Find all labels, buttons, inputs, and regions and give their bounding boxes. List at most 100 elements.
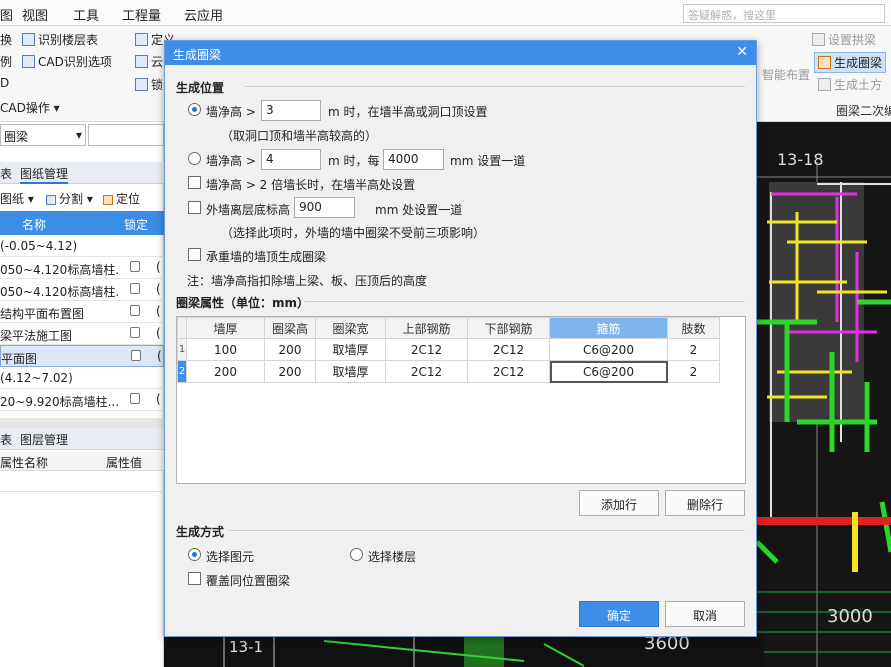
divider: [245, 86, 745, 87]
locate-button[interactable]: 定位: [103, 190, 140, 207]
menu-item-quantity[interactable]: 工程量: [122, 5, 161, 24]
opt5-checkbox[interactable]: [188, 248, 201, 261]
menu-item-0[interactable]: 图: [0, 5, 13, 24]
type-selector[interactable]: 圈梁 ▾: [0, 124, 86, 146]
set-arch-beam-button[interactable]: 设置拱梁: [812, 31, 876, 48]
opt2-height-input[interactable]: 4: [261, 149, 321, 170]
cad-operations-menu[interactable]: CAD操作 ▾: [0, 99, 60, 116]
tab-drawing-management[interactable]: 图纸管理: [20, 165, 69, 184]
cell-bottom-rebar[interactable]: 2C12: [467, 338, 550, 361]
row-index[interactable]: 2: [177, 360, 187, 383]
search-input[interactable]: 答疑解惑，搜这里: [683, 4, 885, 23]
col-legs: 肢数: [667, 317, 720, 339]
opt4-note: （选择此项时，外墙的墙中圈梁不受前三项影响）: [221, 226, 486, 240]
table-row[interactable]: 2 200 200 取墙厚 2C12 2C12 C6@200 2: [177, 360, 720, 383]
cell-beam-height[interactable]: 200: [264, 360, 316, 383]
list-item[interactable]: 050~4.120标高墙柱... (: [0, 257, 164, 279]
cell-wall-thickness[interactable]: 100: [186, 338, 265, 361]
ribbon-item-1[interactable]: 例: [0, 53, 12, 70]
opt2-radio[interactable]: [188, 152, 201, 165]
ribbon-item-0[interactable]: 换: [0, 31, 12, 48]
close-icon[interactable]: ✕: [736, 44, 748, 60]
h-scrollbar[interactable]: [0, 418, 164, 428]
lock-icon[interactable]: [130, 261, 140, 272]
cloud-button[interactable]: 云: [135, 53, 163, 70]
ribbon-item-2[interactable]: D: [0, 76, 9, 90]
add-row-button[interactable]: 添加行: [579, 490, 659, 516]
tab-table[interactable]: 表: [0, 165, 12, 182]
cell-beam-height[interactable]: 200: [264, 338, 316, 361]
row-index[interactable]: 1: [177, 338, 187, 361]
cell-top-rebar[interactable]: 2C12: [385, 360, 468, 383]
cad-identify-options-label: CAD识别选项: [38, 55, 112, 69]
cad-canvas[interactable]: 13-18 3000: [757, 122, 891, 667]
lock-icon[interactable]: [130, 305, 140, 316]
lock-icon[interactable]: [130, 393, 140, 404]
cad-canvas-bottom[interactable]: 13-1 3600: [164, 636, 764, 667]
lock-icon[interactable]: [130, 327, 140, 338]
list-item[interactable]: (-0.05~4.12): [0, 235, 164, 257]
opt4-elevation-input[interactable]: 900: [294, 197, 355, 218]
type-selector-value: 圈梁: [4, 130, 29, 144]
list-item[interactable]: 梁平法施工图 (: [0, 323, 164, 345]
table-row[interactable]: 1 100 200 取墙厚 2C12 2C12 C6@200 2: [177, 338, 720, 361]
chevron-down-icon: ▾: [75, 128, 82, 142]
tab-layer-management[interactable]: 图层管理: [20, 431, 68, 448]
menu-item-tools[interactable]: 工具: [73, 5, 99, 24]
floor-table-icon: [22, 33, 35, 46]
list-item[interactable]: 平面图 (: [0, 345, 164, 367]
gen-ring-beam-button[interactable]: 生成圈梁: [814, 52, 887, 73]
secondary-selector[interactable]: [88, 124, 164, 146]
menu-item-view[interactable]: 视图: [22, 5, 48, 24]
identify-floor-table-label: 识别楼层表: [38, 33, 99, 47]
ok-button[interactable]: 确定: [579, 601, 659, 627]
opt2-spacing-input[interactable]: 4000: [383, 149, 444, 170]
list-item[interactable]: 20~9.920标高墙柱... (: [0, 389, 164, 411]
lock-button[interactable]: 锁: [135, 76, 163, 93]
opt3-checkbox[interactable]: [188, 176, 201, 189]
opt1-radio[interactable]: [188, 103, 201, 116]
lock-label: 锁: [151, 78, 164, 92]
drawing-grid-header: 名称 锁定: [0, 211, 164, 235]
lock-icon: [135, 78, 148, 91]
opt4-checkbox[interactable]: [188, 201, 201, 214]
drawing-menu-button[interactable]: 图纸 ▾: [0, 190, 34, 207]
split-button[interactable]: 分割 ▾: [46, 190, 93, 207]
delete-row-button[interactable]: 删除行: [665, 490, 745, 516]
lock-icon[interactable]: [130, 283, 140, 294]
menu-bar: 图 视图 工具 工程量 云应用 答疑解惑，搜这里: [0, 0, 891, 26]
dialog-title-bar: 生成圈梁 ✕: [165, 41, 756, 65]
menu-item-cloud[interactable]: 云应用: [184, 5, 223, 24]
cell-wall-thickness[interactable]: 200: [186, 360, 265, 383]
cell-beam-width[interactable]: 取墙厚: [315, 360, 386, 383]
tab-table-2[interactable]: 表: [0, 431, 12, 448]
list-item[interactable]: 050~4.120标高墙柱... (: [0, 279, 164, 301]
cell-stirrup[interactable]: C6@200: [549, 338, 668, 361]
cancel-button[interactable]: 取消: [665, 601, 745, 627]
method-select-floor-radio[interactable]: [350, 548, 363, 561]
list-item-name: 050~4.120标高墙柱...: [0, 285, 118, 299]
height-note: 注：墙净高指扣除墙上梁、板、压顶后的高度: [187, 274, 428, 288]
col-bottom-rebar: 下部钢筋: [467, 317, 550, 339]
cell-stirrup[interactable]: C6@200: [549, 360, 668, 383]
cad-identify-options-button[interactable]: CAD识别选项: [22, 53, 112, 70]
gen-earthwork-button[interactable]: 生成土方: [818, 76, 882, 93]
list-item[interactable]: (4.12~7.02): [0, 367, 164, 389]
section-method-title: 生成方式: [176, 525, 225, 539]
gen-earthwork-label: 生成土方: [834, 78, 883, 92]
list-item-name: 050~4.120标高墙柱...: [0, 263, 118, 277]
smart-layout-button[interactable]: 智能布置: [762, 66, 810, 83]
list-item[interactable]: 结构平面布置图 (: [0, 301, 164, 323]
cell-legs[interactable]: 2: [667, 338, 720, 361]
cell-legs[interactable]: 2: [667, 360, 720, 383]
cell-bottom-rebar[interactable]: 2C12: [467, 360, 550, 383]
bottom-panel-tabs: 表 图层管理: [0, 428, 164, 450]
property-header: 属性名称 属性值: [0, 451, 164, 471]
cell-top-rebar[interactable]: 2C12: [385, 338, 468, 361]
identify-floor-table-button[interactable]: 识别楼层表: [22, 31, 98, 48]
method-select-element-radio[interactable]: [188, 548, 201, 561]
opt1-height-input[interactable]: 3: [261, 100, 321, 121]
override-checkbox[interactable]: [188, 572, 201, 585]
lock-icon[interactable]: [131, 350, 141, 361]
cell-beam-width[interactable]: 取墙厚: [315, 338, 386, 361]
